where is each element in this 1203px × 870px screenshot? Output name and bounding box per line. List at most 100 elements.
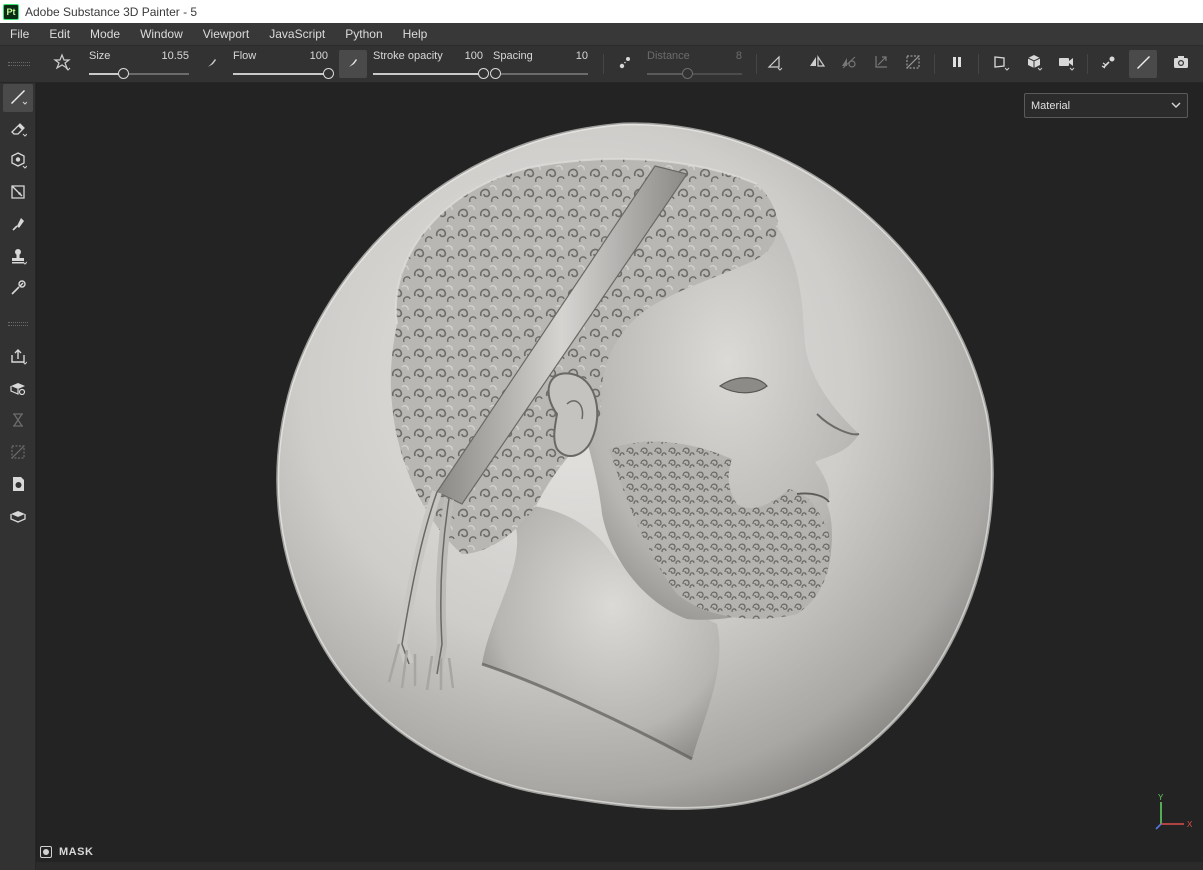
- size-value[interactable]: 10.55: [161, 50, 189, 62]
- toolbar-separator: [603, 54, 604, 74]
- brush-preset-button[interactable]: [48, 50, 76, 78]
- menu-viewport[interactable]: Viewport: [193, 23, 259, 46]
- bake-icon: [9, 379, 27, 402]
- tools-sidebar: [0, 83, 36, 870]
- spacing-slider[interactable]: Spacing 10: [489, 50, 588, 80]
- sidebar-grip[interactable]: [8, 322, 28, 326]
- size-thumb[interactable]: [118, 68, 129, 79]
- camera-icon: [1057, 53, 1075, 76]
- stroke-opacity-thumb[interactable]: [478, 68, 489, 79]
- menu-mode[interactable]: Mode: [80, 23, 130, 46]
- size-slider[interactable]: Size 10.55: [89, 50, 189, 80]
- toolbar-separator: [1087, 54, 1088, 74]
- shelf-button[interactable]: [3, 504, 33, 532]
- clone-tool-button[interactable]: [3, 244, 33, 272]
- bake-button[interactable]: [3, 376, 33, 404]
- smudge-tool-button[interactable]: [3, 212, 33, 240]
- crop-icon: [904, 53, 922, 76]
- stroke-opacity-label: Stroke opacity: [373, 50, 443, 62]
- color-picker-toolbar-button[interactable]: [1095, 50, 1123, 78]
- mirror-button[interactable]: [803, 50, 831, 78]
- 3d-viewport[interactable]: [37, 84, 1203, 862]
- paint-brush-icon: [9, 87, 28, 110]
- projection-tool-button[interactable]: [3, 148, 33, 176]
- coin-model[interactable]: [37, 84, 1203, 862]
- toolbar-separator: [756, 54, 757, 74]
- context-toolbar: Size 10.55 Flow 100 Stroke opacity 100 S…: [0, 46, 1203, 83]
- menu-bar: File Edit Mode Window Viewport JavaScrip…: [0, 23, 1203, 46]
- stroke-opacity-slider[interactable]: Stroke opacity 100: [373, 50, 489, 80]
- axis-x-label: X: [1187, 820, 1193, 829]
- screenshot-button[interactable]: [1167, 50, 1195, 78]
- paint-mode-button[interactable]: [1129, 50, 1157, 78]
- eraser-icon: [9, 119, 28, 142]
- distance-label: Distance: [647, 50, 690, 62]
- perspective-button[interactable]: [987, 50, 1015, 78]
- display-mode-button[interactable]: [1020, 50, 1048, 78]
- toolbar-separator: [934, 54, 935, 74]
- spacing-label: Spacing: [493, 50, 533, 62]
- menu-javascript[interactable]: JavaScript: [259, 23, 335, 46]
- menu-edit[interactable]: Edit: [39, 23, 80, 46]
- substance-painter-logo: Pt: [3, 3, 19, 20]
- camera-button[interactable]: [1052, 50, 1080, 78]
- pause-button[interactable]: [943, 50, 971, 78]
- menu-file[interactable]: File: [0, 23, 39, 46]
- channel-select-value: Material: [1031, 99, 1071, 112]
- polygon-fill-tool-button[interactable]: [3, 180, 33, 208]
- mask-bar: MASK: [36, 842, 1203, 862]
- flow-value[interactable]: 100: [310, 50, 328, 62]
- symmetry-icon: [766, 53, 784, 76]
- screenshot-icon: [1172, 53, 1190, 76]
- mirror-disabled-button[interactable]: [835, 50, 863, 78]
- mask-label[interactable]: MASK: [59, 846, 93, 858]
- color-picker-icon: [1100, 53, 1118, 76]
- crop-button[interactable]: [899, 50, 927, 78]
- distance-value: 8: [735, 50, 742, 62]
- flow-slider[interactable]: Flow 100: [233, 50, 334, 80]
- perspective-icon: [992, 53, 1010, 76]
- chevron-down-icon: [1171, 100, 1181, 113]
- toolbar-grip[interactable]: [8, 62, 30, 66]
- flow-thumb[interactable]: [323, 68, 334, 79]
- menu-window[interactable]: Window: [130, 23, 193, 46]
- transform-button[interactable]: [867, 50, 895, 78]
- cube-icon: [1025, 53, 1043, 76]
- iray-button[interactable]: [3, 440, 33, 468]
- size-label: Size: [89, 50, 111, 62]
- display-settings-button[interactable]: [3, 472, 33, 500]
- pause-icon: [948, 53, 966, 76]
- eraser-tool-button[interactable]: [3, 116, 33, 144]
- toolbar-separator: [978, 54, 979, 74]
- menu-python[interactable]: Python: [335, 23, 392, 46]
- stroke-opacity-value[interactable]: 100: [465, 50, 483, 62]
- display-settings-icon: [9, 475, 27, 498]
- polygon-fill-icon: [9, 183, 27, 206]
- brush-stroke-icon: [344, 53, 362, 76]
- distance-thumb: [681, 68, 693, 79]
- spacing-thumb[interactable]: [489, 68, 501, 79]
- export-button[interactable]: [3, 344, 33, 372]
- lazy-mouse-button[interactable]: [611, 50, 639, 78]
- spacing-value[interactable]: 10: [576, 50, 588, 62]
- opacity-mode-button[interactable]: [339, 50, 367, 78]
- paint-tool-button[interactable]: [3, 84, 33, 112]
- distance-slider: Distance 8: [647, 50, 742, 80]
- paint-mode-icon: [1134, 53, 1152, 76]
- export-icon: [9, 347, 28, 370]
- alignment-button[interactable]: [198, 50, 226, 78]
- mask-toggle-icon[interactable]: [40, 846, 52, 858]
- channel-select[interactable]: Material: [1024, 93, 1188, 118]
- history-button[interactable]: [3, 408, 33, 436]
- brush-preset-icon: [53, 52, 71, 76]
- color-picker-icon: [9, 279, 27, 302]
- transform-icon: [872, 53, 890, 76]
- clone-stamp-icon: [9, 247, 28, 270]
- axis-y-label: Y: [1158, 793, 1164, 802]
- menu-help[interactable]: Help: [393, 23, 438, 46]
- symmetry-button[interactable]: [761, 50, 789, 78]
- smudge-icon: [9, 215, 27, 238]
- mirror-icon: [808, 53, 826, 76]
- color-picker-tool-button[interactable]: [3, 276, 33, 304]
- lazy-mouse-icon: [616, 53, 634, 76]
